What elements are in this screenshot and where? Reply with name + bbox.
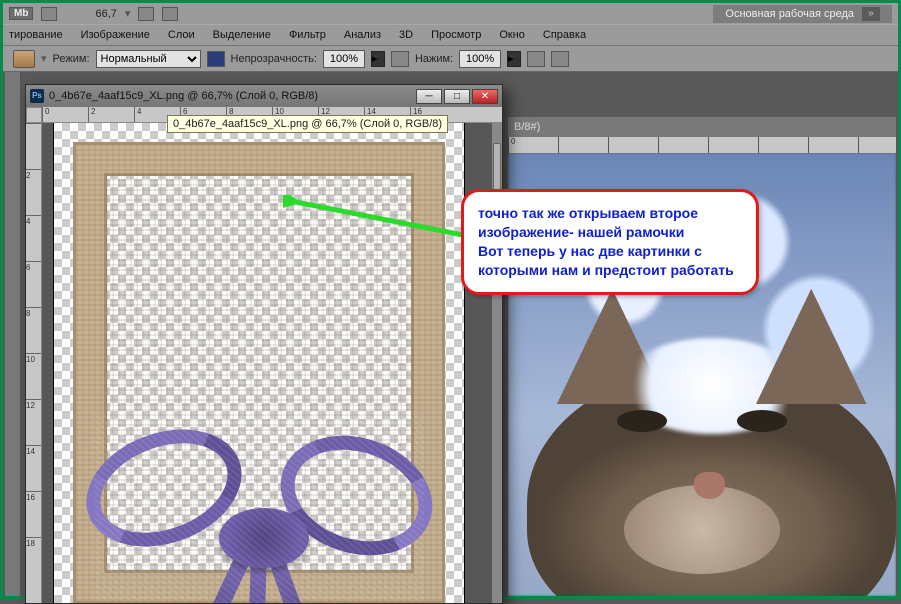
screen-mode-button[interactable] [162,7,178,21]
workspace-switcher[interactable]: Основная рабочая среда » [713,5,892,23]
app-top-toolbar: Mb 66,7 ▾ Основная рабочая среда » [3,3,898,24]
flow-label: Нажим: [415,53,453,65]
ps-file-icon: Ps [30,89,44,103]
zoom-level-display[interactable]: 66,7 [95,8,116,20]
vertical-ruler[interactable]: 24681012141618 [26,123,42,603]
arrange-docs-button[interactable] [138,7,154,21]
document-window-frame: Ps 0_4b67e_4aaf15c9_XL.png @ 66,7% (Слой… [25,84,503,604]
blend-mode-label: Режим: [53,53,90,65]
canvas-viewport[interactable] [42,123,502,603]
annotation-callout: точно так же открываем второе изображени… [461,189,759,295]
document-tooltip: 0_4b67e_4aaf15c9_XL.png @ 66,7% (Слой 0,… [167,115,448,133]
document-canvas[interactable] [54,123,464,603]
menu-help[interactable]: Справка [543,29,586,41]
menu-view[interactable]: Просмотр [431,29,481,41]
main-menu-bar: тирование Изображение Слои Выделение Фил… [3,24,898,46]
menu-window[interactable]: Окно [499,29,525,41]
opacity-pressure-toggle[interactable] [391,51,409,67]
brush-preset-icon[interactable] [13,50,35,68]
flow-input[interactable] [459,50,501,68]
tool-options-bar: ▾ Режим: Нормальный Непрозрачность: ▸ На… [3,46,898,72]
work-area: B/8#) 0 Ps 0_4b67e_4aaf15c9_XL.png @ 66,… [3,72,898,596]
menu-layers[interactable]: Слои [168,29,195,41]
opacity-label: Непрозрачность: [231,53,317,65]
airbrush-toggle[interactable] [527,51,545,67]
flow-slider-icon[interactable]: ▸ [507,51,521,67]
horizontal-ruler-cat: 0 [508,137,896,153]
menu-filter[interactable]: Фильтр [289,29,326,41]
tools-panel[interactable] [5,72,21,596]
opacity-slider-icon[interactable]: ▸ [371,51,385,67]
screen-mode-picker[interactable] [41,7,57,21]
ruler-origin[interactable] [26,107,42,123]
chevron-right-icon: » [862,7,880,21]
document-titlebar[interactable]: Ps 0_4b67e_4aaf15c9_XL.png @ 66,7% (Слой… [26,85,502,107]
document-tab-cat[interactable]: B/8#) [508,117,896,137]
blend-mode-select[interactable]: Нормальный [96,50,201,68]
document-title: 0_4b67e_4aaf15c9_XL.png @ 66,7% (Слой 0,… [49,90,411,102]
cache-indicator: Mb [9,7,33,20]
tablet-pressure-toggle[interactable] [551,51,569,67]
menu-edit[interactable]: тирование [9,29,63,41]
annotation-text: точно так же открываем второе изображени… [478,205,734,278]
minimize-button[interactable]: ─ [416,89,442,104]
menu-image[interactable]: Изображение [81,29,150,41]
close-button[interactable]: ✕ [472,89,498,104]
opacity-input[interactable] [323,50,365,68]
purple-bow-graphic [94,413,424,603]
menu-analysis[interactable]: Анализ [344,29,381,41]
workspace-label-text: Основная рабочая среда [725,8,854,20]
menu-select[interactable]: Выделение [213,29,271,41]
maximize-button[interactable]: □ [444,89,470,104]
mode-extra-button[interactable] [207,51,225,67]
menu-3d[interactable]: 3D [399,29,413,41]
